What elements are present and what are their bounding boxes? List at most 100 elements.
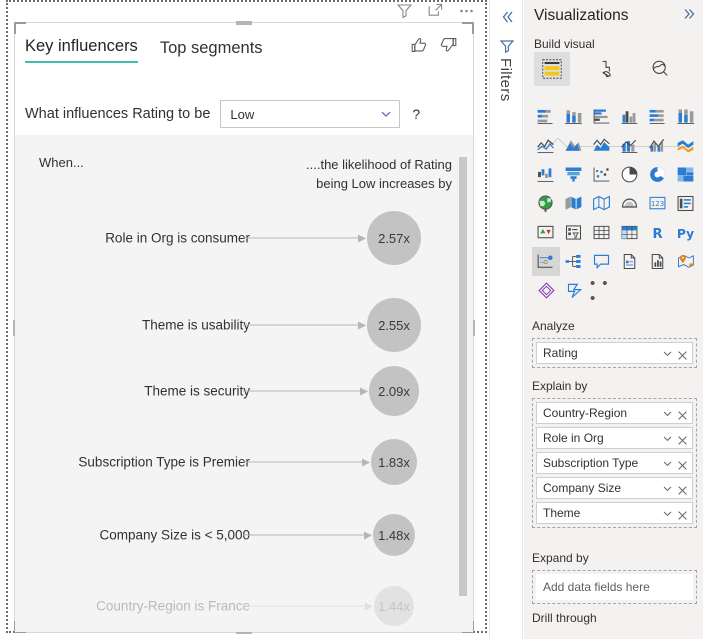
influencer-bubble[interactable]: 2.55x [367,298,421,352]
field-chip[interactable]: Theme [536,502,693,524]
well-explain-by-dropzone[interactable]: Country-Region Role in Org Subscription Ty… [532,398,697,528]
shape-map-button[interactable] [588,189,616,218]
line-clustered-column-button[interactable] [643,131,671,160]
remove-field-icon[interactable] [677,483,688,494]
smart-narrative-icon [647,251,668,272]
hundred-percent-stacked-column-button[interactable] [671,102,699,131]
visualizations-pane: Visualizations Build visual [524,0,703,639]
chevron-down-icon[interactable] [661,407,674,420]
chevron-down-icon[interactable] [661,457,674,470]
resize-corner-top-left[interactable] [14,22,26,34]
field-chip[interactable]: Subscription Type [536,452,693,474]
remove-field-icon[interactable] [677,348,688,359]
field-chip[interactable]: Company Size [536,477,693,499]
stacked-area-chart-button[interactable] [588,131,616,160]
more-visuals-button[interactable]: • • • [590,276,619,305]
area-chart-button[interactable] [560,131,588,160]
scatter-chart-button[interactable] [588,160,616,189]
help-icon[interactable]: ? [410,106,422,122]
field-chip[interactable]: Rating [536,342,693,364]
more-options-icon[interactable] [458,2,475,19]
thumbs-down-icon[interactable] [439,35,459,55]
power-automate-button[interactable] [561,276,590,305]
build-visual-tab[interactable] [534,52,570,86]
tab-key-influencers[interactable]: Key influencers [25,37,138,63]
thumbs-up-icon[interactable] [409,35,429,55]
r-script-visual-icon: R [647,222,668,243]
focus-mode-icon[interactable] [427,2,444,19]
filled-map-button[interactable] [560,189,588,218]
clustered-bar-chart-button[interactable] [588,102,616,131]
target-value-dropdown[interactable]: Low [220,100,400,128]
chevron-double-right-icon[interactable] [681,6,697,25]
python-visual-button[interactable]: Py [671,218,699,247]
pie-chart-button[interactable] [615,160,643,189]
chevron-down-icon[interactable] [661,482,674,495]
chevron-down-icon[interactable] [661,507,674,520]
analytics-tab[interactable] [642,52,678,86]
multi-row-card-button[interactable] [671,189,699,218]
paginated-report-button[interactable] [615,247,643,276]
ribbon-chart-button[interactable] [671,131,699,160]
stacked-bar-chart-button[interactable] [532,102,560,131]
influencer-bubble[interactable]: 1.83x [371,439,417,485]
clustered-column-chart-button[interactable] [615,102,643,131]
well-analyze-dropzone[interactable]: Rating [532,338,697,368]
build-visual-label: Build visual [534,37,595,51]
well-expand-by-title: Expand by [532,551,697,565]
arcgis-map-button[interactable] [671,247,699,276]
report-canvas: Key influencers Top segments [0,0,489,639]
key-influencers-visual[interactable]: Key influencers Top segments [14,22,474,633]
field-chip[interactable]: Role in Org [536,427,693,449]
azure-map-button[interactable] [615,189,643,218]
remove-field-icon[interactable] [677,408,688,419]
stacked-column-chart-button[interactable] [560,102,588,131]
visual-gallery-row [532,247,699,276]
key-influencers-button[interactable] [532,247,560,276]
slicer-button[interactable] [560,218,588,247]
influencer-label: Role in Org is consumer [105,231,250,246]
chart-scrollbar[interactable] [459,157,467,610]
influencer-bubble[interactable]: 1.48x [373,514,415,556]
remove-field-icon[interactable] [677,458,688,469]
r-script-visual-button[interactable]: R [643,218,671,247]
chart-scrollbar-thumb[interactable] [459,157,467,596]
matrix-button[interactable] [615,218,643,247]
resize-corner-top-right[interactable] [462,22,474,34]
influencer-bubble[interactable]: 1.44x [374,586,414,626]
filter-funnel-icon[interactable] [396,2,413,19]
resize-handle-top[interactable] [236,21,252,25]
remove-field-icon[interactable] [677,433,688,444]
well-explain-by: Explain by Country-RegionRole in OrgSubs… [532,379,697,528]
line-stacked-column-button[interactable] [615,131,643,160]
funnel-chart-button[interactable] [560,160,588,189]
format-visual-tab[interactable] [588,52,624,86]
card-button[interactable]: 123 [643,189,671,218]
chevron-down-icon[interactable] [661,432,674,445]
smart-narrative-button[interactable] [643,247,671,276]
hundred-percent-stacked-bar-button[interactable] [643,102,671,131]
decomposition-tree-button[interactable] [560,247,588,276]
waterfall-chart-button[interactable] [532,160,560,189]
field-chip[interactable]: Country-Region [536,402,693,424]
qna-button[interactable] [588,247,616,276]
power-apps-button[interactable] [532,276,561,305]
well-placeholder[interactable]: Add data fields here [536,574,693,600]
clustered-bar-chart-icon [591,106,612,127]
influencer-bubble[interactable]: 2.09x [369,366,419,416]
tab-top-segments[interactable]: Top segments [160,39,263,63]
field-name: Country-Region [543,406,661,420]
chevron-double-left-icon[interactable] [498,8,516,26]
line-chart-button[interactable] [532,131,560,160]
remove-field-icon[interactable] [677,508,688,519]
kpi-button[interactable] [532,218,560,247]
treemap-button[interactable] [671,160,699,189]
filters-pane-collapsed[interactable]: Filters [489,0,523,639]
chevron-down-icon[interactable] [661,347,674,360]
donut-chart-button[interactable] [643,160,671,189]
well-expand-by-dropzone[interactable]: Add data fields here [532,570,697,604]
ribbon-chart-icon [675,135,696,156]
table-button[interactable] [588,218,616,247]
influencer-bubble[interactable]: 2.57x [367,211,421,265]
map-button[interactable] [532,189,560,218]
